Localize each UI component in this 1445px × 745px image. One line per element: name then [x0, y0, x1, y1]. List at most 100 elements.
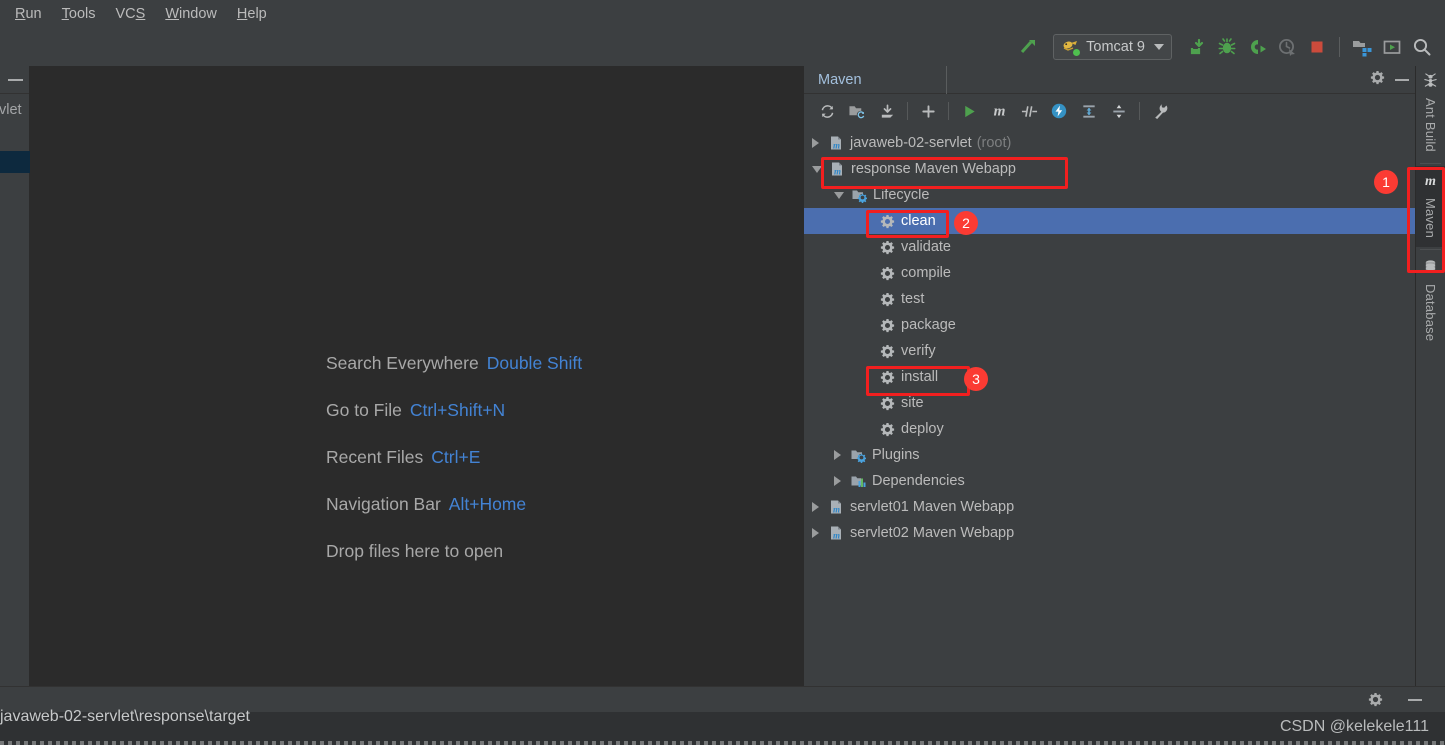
maven-project-icon: m [828, 135, 844, 151]
svg-text:m: m [833, 141, 840, 151]
chevron-right-icon[interactable] [812, 138, 819, 148]
maven-plugins-node[interactable]: Plugins [804, 442, 1415, 468]
chevron-right-icon[interactable] [834, 476, 841, 486]
chevron-right-icon[interactable] [834, 450, 841, 460]
goal-gear-icon [880, 344, 895, 359]
database-icon [1423, 259, 1438, 279]
chevron-right-icon[interactable] [812, 528, 819, 538]
run-triangle-icon[interactable] [954, 97, 984, 125]
maven-project-response[interactable]: m response Maven Webapp [804, 156, 1415, 182]
lightning-circle-icon[interactable] [1044, 97, 1074, 125]
maven-toolbar-separator [948, 102, 949, 120]
gear-icon[interactable] [1370, 70, 1385, 90]
profiler-icon[interactable] [1272, 32, 1302, 62]
menu-tools[interactable]: Tools [53, 3, 105, 26]
minimize-icon[interactable] [8, 79, 23, 81]
plus-icon[interactable] [913, 97, 943, 125]
stop-square-icon[interactable] [1302, 32, 1332, 62]
stripe-label: Ant Build [1423, 98, 1438, 152]
maven-dependencies-node[interactable]: Dependencies [804, 468, 1415, 494]
collapse-all-icon[interactable] [1104, 97, 1134, 125]
wrench-icon[interactable] [1145, 97, 1175, 125]
maven-goal-verify[interactable]: verify [804, 338, 1415, 364]
project-panel-header [0, 66, 29, 94]
menu-help[interactable]: Help [228, 3, 276, 26]
svg-text:m: m [834, 167, 841, 177]
goal-gear-icon [880, 396, 895, 411]
stripe-button-maven[interactable]: m Maven [1416, 165, 1445, 247]
maven-goal-compile[interactable]: compile [804, 260, 1415, 286]
plugins-folder-icon [850, 447, 866, 463]
svg-text:m: m [833, 531, 840, 541]
goal-gear-icon [880, 370, 895, 385]
hint-navigation-bar: Navigation Bar Alt+Home [326, 494, 527, 514]
editor-empty-area[interactable]: Search Everywhere Double Shift Go to File… [30, 66, 803, 686]
goal-gear-icon [880, 240, 895, 255]
hint-drop-files: Drop files here to open [326, 541, 504, 561]
terminal-icon[interactable] [1377, 32, 1407, 62]
run-configuration-label: Tomcat 9 [1086, 39, 1145, 55]
expand-all-icon[interactable] [1074, 97, 1104, 125]
download-icon[interactable] [872, 97, 902, 125]
tree-label: site [901, 395, 924, 411]
right-tool-window-stripe: Ant Build m Maven Database [1415, 66, 1445, 686]
status-path-label: javaweb-02-servlet\response\target [0, 708, 250, 725]
maven-goal-test[interactable]: test [804, 286, 1415, 312]
maven-project-servlet02[interactable]: m servlet02 Maven Webapp [804, 520, 1415, 546]
menu-window[interactable]: Window [156, 3, 226, 26]
project-selected-row[interactable] [0, 151, 30, 173]
maven-m-icon: m [1422, 173, 1439, 193]
maven-goal-site[interactable]: site [804, 390, 1415, 416]
watermark-label: CSDN @kelekele111 [1279, 718, 1429, 735]
chevron-down-icon [1154, 44, 1164, 50]
coverage-icon[interactable] [1242, 32, 1272, 62]
run-icon[interactable] [1182, 32, 1212, 62]
maven-goal-clean[interactable]: clean [804, 208, 1415, 234]
maven-lifecycle-node[interactable]: Lifecycle [804, 182, 1415, 208]
tree-label: servlet02 Maven Webapp [850, 525, 1015, 541]
refresh-icon[interactable] [812, 97, 842, 125]
maven-goal-validate[interactable]: validate [804, 234, 1415, 260]
debug-bug-icon[interactable] [1212, 32, 1242, 62]
stripe-button-database[interactable]: Database [1416, 252, 1445, 350]
maven-project-icon: m [828, 525, 844, 541]
chevron-down-icon[interactable] [812, 165, 822, 173]
maven-projects-tree[interactable]: m javaweb-02-servlet (root) m response M… [804, 128, 1415, 546]
header-separator [946, 66, 947, 94]
tree-label: compile [901, 265, 951, 281]
ant-icon [1423, 73, 1438, 93]
goal-gear-icon [880, 292, 895, 307]
menu-run[interactable]: Run [6, 3, 51, 26]
run-configuration-selector[interactable]: Tomcat 9 [1053, 34, 1172, 60]
maven-goal-deploy[interactable]: deploy [804, 416, 1415, 442]
maven-project-servlet01[interactable]: m servlet01 Maven Webapp [804, 494, 1415, 520]
tree-label: response Maven Webapp [851, 161, 1016, 177]
stripe-button-ant-build[interactable]: Ant Build [1416, 66, 1445, 161]
svg-text:m: m [993, 103, 1005, 120]
project-structure-icon[interactable] [1347, 32, 1377, 62]
chevron-right-icon[interactable] [812, 502, 819, 512]
tree-label: Lifecycle [873, 187, 930, 203]
maven-goal-install[interactable]: install [804, 364, 1415, 390]
stripe-divider [1420, 162, 1441, 164]
skip-tests-icon[interactable] [1014, 97, 1044, 125]
search-icon[interactable] [1407, 32, 1437, 62]
minimize-icon[interactable] [1408, 699, 1422, 701]
chevron-down-icon[interactable] [834, 191, 844, 199]
tree-label: deploy [901, 421, 944, 437]
maven-project-javaweb-02-servlet[interactable]: m javaweb-02-servlet (root) [804, 130, 1415, 156]
main-toolbar: Tomcat 9 [0, 28, 1445, 66]
menu-vcs[interactable]: VCS [106, 3, 154, 26]
stripe-divider [1420, 248, 1441, 250]
toolbar-separator [1339, 37, 1340, 57]
goal-gear-icon [880, 214, 895, 229]
gear-icon[interactable] [1368, 692, 1383, 712]
project-tool-window-clipped: vlet [0, 66, 30, 686]
maven-m-icon[interactable]: m [984, 97, 1014, 125]
maven-goal-package[interactable]: package [804, 312, 1415, 338]
folder-refresh-icon[interactable] [842, 97, 872, 125]
tree-label: validate [901, 239, 951, 255]
minimize-icon[interactable] [1395, 79, 1409, 81]
build-hammer-icon[interactable] [1013, 32, 1043, 62]
lifecycle-folder-icon [851, 187, 867, 203]
